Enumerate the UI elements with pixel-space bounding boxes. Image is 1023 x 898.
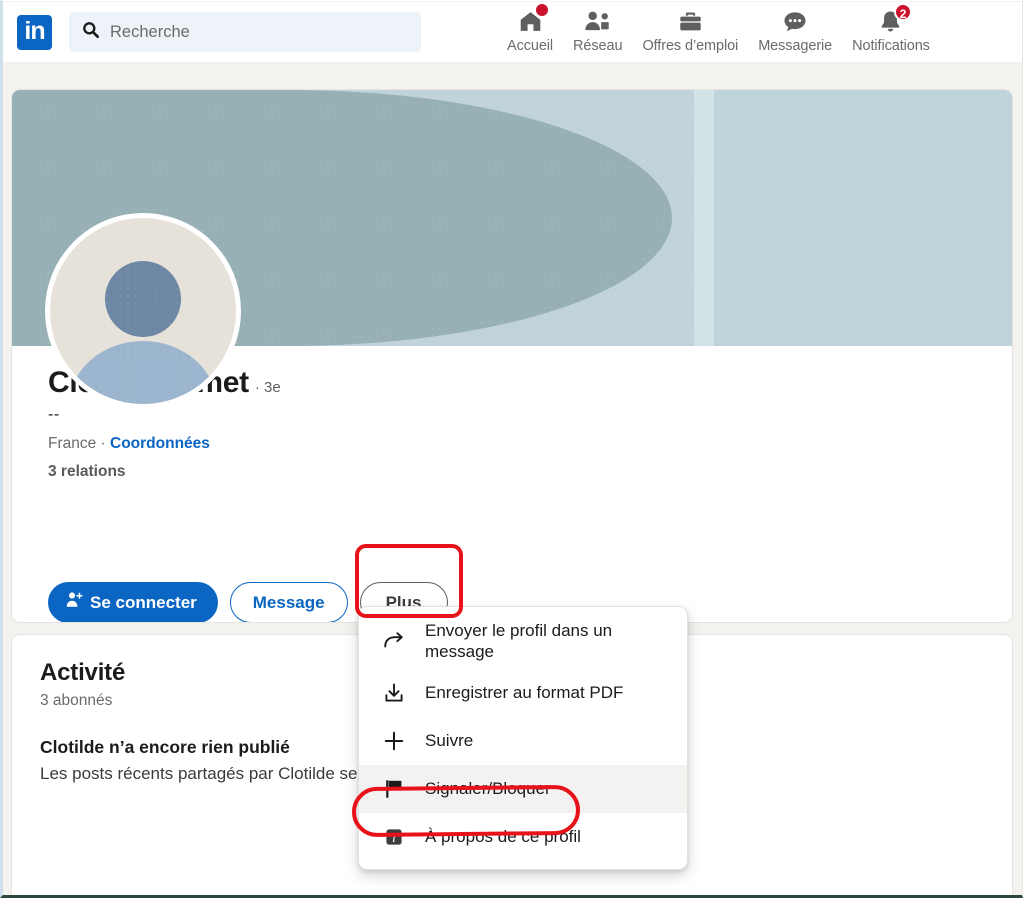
search-box[interactable] <box>69 12 421 52</box>
avatar[interactable] <box>45 213 241 409</box>
connect-button-label: Se connecter <box>90 592 197 612</box>
search-input[interactable] <box>110 22 409 42</box>
message-button[interactable]: Message <box>229 582 348 622</box>
nav-items: Accueil Réseau Offres d’emploi Messageri… <box>497 2 940 62</box>
home-icon <box>518 2 550 34</box>
linkedin-logo[interactable]: in <box>17 14 52 50</box>
menu-label-about-profile: À propos de ce profil <box>425 826 581 846</box>
browser-viewport: in Accueil <box>0 0 1023 898</box>
nav-label-accueil: Accueil <box>507 38 554 54</box>
nav-label-offres-emploi: Offres d’emploi <box>642 38 739 54</box>
nav-badge-notifications: 2 <box>893 3 913 21</box>
profile-headline: -- <box>48 406 60 423</box>
profile-location-row: France · Coordonnées <box>48 435 982 453</box>
profile-connections-count[interactable]: 3 relations <box>48 463 982 481</box>
search-icon <box>81 20 100 44</box>
nav-badge-accueil <box>533 2 550 18</box>
nav-item-offres-emploi[interactable]: Offres d’emploi <box>632 8 748 54</box>
svg-text:i: i <box>392 830 396 845</box>
nav-item-accueil[interactable]: Accueil <box>497 2 563 54</box>
network-icon <box>584 8 611 34</box>
contact-info-link[interactable]: Coordonnées <box>110 435 210 452</box>
person-add-icon <box>65 591 83 614</box>
menu-item-save-pdf[interactable]: Enregistrer au format PDF <box>359 669 687 717</box>
menu-item-report-block[interactable]: Signaler/Bloquer <box>359 764 687 813</box>
menu-item-about-profile[interactable]: i À propos de ce profil <box>359 813 687 861</box>
nav-label-messagerie: Messagerie <box>758 38 833 54</box>
nav-item-reseau[interactable]: Réseau <box>563 8 632 54</box>
menu-item-follow[interactable]: Suivre <box>359 717 687 765</box>
nav-item-messagerie[interactable]: Messagerie <box>748 8 842 54</box>
bell-icon: 2 <box>878 3 913 34</box>
page-content: Clotilde Jamet · 3e -- France · Coordonn… <box>3 62 1022 895</box>
info-icon: i <box>381 825 407 849</box>
nav-label-reseau: Réseau <box>573 38 623 54</box>
nav-label-notifications: Notifications <box>852 38 930 54</box>
activity-section-title: Activité <box>40 659 126 686</box>
profile-degree-badge: · 3e <box>254 379 281 396</box>
share-arrow-icon <box>381 629 407 653</box>
activity-empty-subtitle: Les posts récents partagés par Clotilde … <box>40 764 358 783</box>
profile-location: France · <box>48 435 111 452</box>
avatar-texture <box>50 218 236 404</box>
plus-icon <box>381 729 407 753</box>
menu-label-report-block: Signaler/Bloquer <box>425 778 551 798</box>
messaging-icon <box>782 8 808 34</box>
flag-icon <box>381 777 407 801</box>
menu-label-follow: Suivre <box>425 730 474 750</box>
connect-button[interactable]: Se connecter <box>48 582 218 622</box>
menu-item-send-profile[interactable]: Envoyer le profil dans un message <box>359 614 687 669</box>
menu-label-send-profile: Envoyer le profil dans un message <box>425 621 613 662</box>
nav-item-notifications[interactable]: 2 Notifications <box>842 3 940 54</box>
global-navigation-bar: in Accueil <box>3 2 1022 62</box>
menu-label-save-pdf: Enregistrer au format PDF <box>425 682 624 702</box>
briefcase-icon <box>678 8 703 34</box>
download-icon <box>381 681 407 705</box>
activity-empty-title: Clotilde n’a encore rien publié <box>40 737 290 757</box>
more-dropdown-menu: Envoyer le profil dans un message Enregi… <box>358 606 688 870</box>
activity-followers-count[interactable]: 3 abonnés <box>40 692 112 710</box>
profile-card: Clotilde Jamet · 3e -- France · Coordonn… <box>11 89 1013 623</box>
